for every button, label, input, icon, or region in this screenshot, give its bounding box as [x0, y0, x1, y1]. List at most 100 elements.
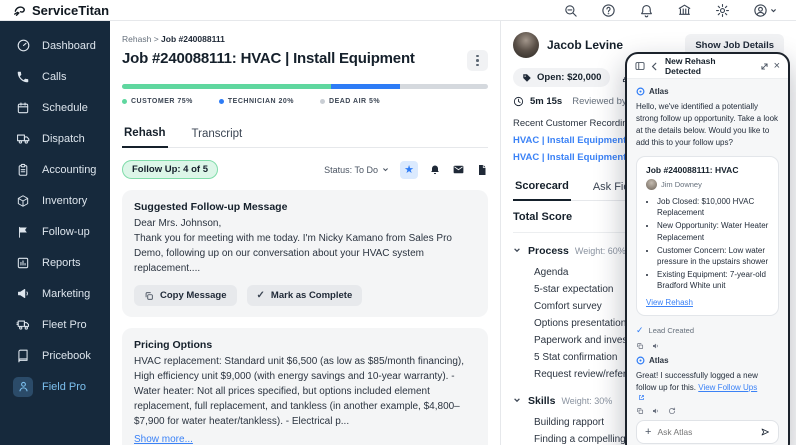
- chat-job-title: Job #240088111: HVAC: [646, 165, 739, 175]
- book-icon: [13, 346, 33, 366]
- ask-atlas-input[interactable]: [657, 427, 754, 437]
- building-icon[interactable]: [677, 3, 692, 18]
- chat-input-container: +: [636, 420, 779, 444]
- view-follow-ups-link[interactable]: View Follow Ups: [698, 383, 757, 392]
- job-bullet: Existing Equipment: 7-year-old Bradford …: [657, 269, 769, 291]
- customer-avatar: [513, 32, 539, 58]
- sidebar: Dashboard Calls Schedule Dispatch Accoun…: [0, 21, 110, 445]
- sidebar-item-follow-up[interactable]: Follow-up: [0, 216, 110, 247]
- bell-icon[interactable]: [429, 164, 441, 176]
- main-content: Rehash > Job #240088111 Job #240088111: …: [110, 21, 500, 445]
- document-icon[interactable]: [476, 164, 488, 176]
- pricing-options-card: Pricing Options HVAC replacement: Standa…: [122, 328, 488, 445]
- sidebar-item-label: Marketing: [42, 287, 91, 300]
- servicetitan-logo: ServiceTitan: [13, 3, 109, 18]
- show-more-link[interactable]: Show more...: [134, 434, 193, 445]
- close-icon[interactable]: ×: [774, 60, 780, 72]
- sidebar-item-schedule[interactable]: Schedule: [0, 92, 110, 123]
- sidebar-item-fleet-pro[interactable]: Fleet Pro: [0, 309, 110, 340]
- talk-segment-customer: [122, 84, 331, 89]
- copy-icon[interactable]: [636, 407, 644, 415]
- chat-title: New Rehash Detected: [665, 56, 716, 76]
- tab-rehash[interactable]: Rehash: [122, 122, 168, 148]
- field-pro-person-icon: [13, 376, 33, 397]
- more-options-icon[interactable]: [467, 50, 488, 71]
- sidebar-item-label: Dashboard: [42, 39, 96, 52]
- settings-gear-icon[interactable]: [715, 3, 730, 18]
- chat-job-person: Jim Downey: [646, 179, 769, 190]
- followup-toolbar: Follow Up: 4 of 5 Status: To Do ★: [122, 160, 488, 179]
- chevron-down-icon: [514, 248, 520, 253]
- sidebar-item-marketing[interactable]: Marketing: [0, 278, 110, 309]
- breadcrumb-root[interactable]: Rehash: [122, 34, 151, 44]
- tag-icon: [523, 73, 531, 82]
- dead-air-dot: [320, 99, 326, 104]
- breadcrumb: Rehash > Job #240088111: [122, 34, 488, 44]
- back-chevron-icon[interactable]: [650, 62, 659, 71]
- legend-dead-air: DEAD AIR 5%: [320, 98, 380, 105]
- atlas-chat-overlay: New Rehash Detected × Atlas Hello, we've…: [625, 52, 790, 445]
- sidebar-item-label: Pricebook: [42, 349, 91, 362]
- servicetitan-logo-icon: [14, 6, 25, 16]
- send-icon[interactable]: [760, 427, 770, 437]
- sidebar-item-label: Field Pro: [42, 380, 87, 393]
- phone-icon: [13, 67, 33, 87]
- expand-icon[interactable]: [760, 62, 769, 71]
- copy-icon[interactable]: [636, 342, 644, 350]
- add-attachment-icon[interactable]: +: [645, 426, 651, 438]
- sidebar-item-label: Follow-up: [42, 225, 90, 238]
- star-icon[interactable]: ★: [400, 160, 418, 179]
- technician-dot: [218, 99, 224, 104]
- sidebar-item-calls[interactable]: Calls: [0, 61, 110, 92]
- agent-name: Atlas: [649, 87, 669, 96]
- skills-weight: Weight: 30%: [561, 396, 613, 406]
- suggested-message-card: Suggested Follow-up Message Dear Mrs. Jo…: [122, 190, 488, 317]
- suggested-message-body: Thank you for meeting with me today. I'm…: [134, 233, 452, 274]
- view-rehash-link[interactable]: View Rehash: [646, 298, 693, 307]
- envelope-icon[interactable]: [452, 163, 465, 176]
- customer-name: Jacob Levine: [547, 38, 624, 52]
- megaphone-icon: [13, 284, 33, 304]
- suggested-message-salutation: Dear Mrs. Johnson,: [134, 218, 222, 229]
- speaker-icon[interactable]: [652, 342, 660, 350]
- app-window: ServiceTitan Dashboard Calls Schedule Di…: [0, 0, 796, 445]
- chat-job-bullets: Job Closed: $10,000 HVAC Replacement New…: [646, 196, 769, 292]
- tab-transcript[interactable]: Transcript: [190, 122, 245, 147]
- search-icon[interactable]: [563, 3, 578, 18]
- mark-complete-button[interactable]: ✓ Mark as Complete: [246, 285, 363, 306]
- tab-scorecard[interactable]: Scorecard: [513, 175, 571, 201]
- main-tabs: Rehash Transcript: [122, 122, 488, 148]
- speaker-icon[interactable]: [652, 407, 660, 415]
- status-dropdown[interactable]: Status: To Do: [324, 165, 389, 175]
- lead-created-status: ✓ Lead Created: [636, 324, 694, 335]
- sidebar-item-field-pro[interactable]: Field Pro: [0, 371, 110, 402]
- sidebar-item-pricebook[interactable]: Pricebook: [0, 340, 110, 371]
- copy-icon: [145, 291, 153, 300]
- person-avatar: [646, 179, 657, 190]
- retry-icon[interactable]: [668, 407, 676, 415]
- sidebar-item-reports[interactable]: Reports: [0, 247, 110, 278]
- atlas-icon: [636, 356, 645, 364]
- chevron-down-icon: [383, 168, 388, 172]
- help-icon[interactable]: [601, 3, 616, 18]
- legend-technician: TECHNICIAN 20%: [218, 98, 294, 105]
- copy-message-button[interactable]: Copy Message: [134, 285, 237, 306]
- legend-customer: CUSTOMER 75%: [122, 98, 193, 105]
- job-bullet: New Opportunity: Water Heater Replacemen…: [657, 220, 769, 242]
- atlas-icon: [636, 87, 645, 96]
- sidebar-item-accounting[interactable]: Accounting: [0, 154, 110, 185]
- notifications-icon[interactable]: [639, 3, 654, 18]
- check-icon: ✓: [256, 290, 265, 301]
- dashboard-icon: [13, 36, 33, 56]
- message-actions: [636, 407, 779, 415]
- sidebar-item-dispatch[interactable]: Dispatch: [0, 123, 110, 154]
- sidebar-item-inventory[interactable]: Inventory: [0, 185, 110, 216]
- chat-message: Hello, we've identified a potentially st…: [636, 102, 779, 147]
- sidebar-item-dashboard[interactable]: Dashboard: [0, 30, 110, 61]
- sidebar-item-label: Calls: [42, 70, 67, 83]
- page-title: Job #240088111: HVAC | Install Equipment: [122, 50, 415, 67]
- external-link-icon: [639, 394, 644, 400]
- sidebar-toggle-icon[interactable]: [635, 61, 645, 71]
- account-avatar[interactable]: [753, 3, 777, 18]
- clipboard-icon: [13, 160, 33, 180]
